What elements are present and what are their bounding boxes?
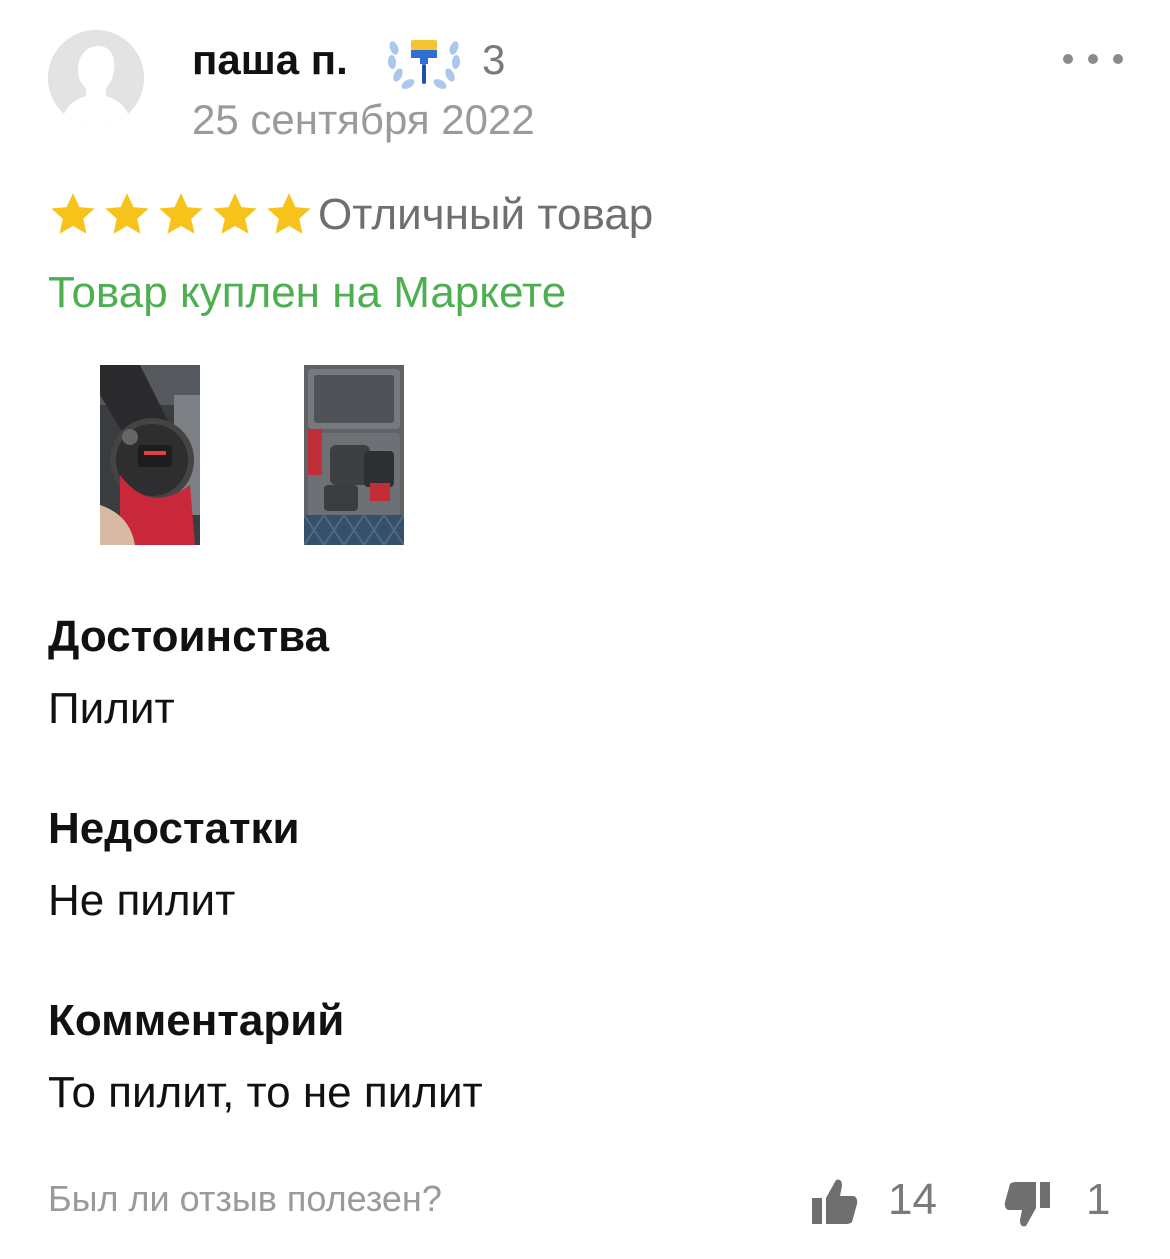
thumbs-down-icon[interactable] bbox=[1004, 1180, 1050, 1230]
star-icon bbox=[213, 193, 257, 234]
thumbs-up-icon[interactable] bbox=[812, 1176, 858, 1226]
review-photo-1[interactable] bbox=[100, 365, 200, 545]
rating-label: Отличный товар bbox=[318, 190, 654, 239]
dislikes-count: 1 bbox=[1086, 1175, 1111, 1224]
avatar[interactable] bbox=[48, 30, 144, 126]
likes-count: 14 bbox=[888, 1175, 937, 1224]
user-silhouette-icon bbox=[48, 30, 144, 126]
pros-text: Пилит bbox=[48, 684, 175, 733]
comment-title: Комментарий bbox=[48, 996, 345, 1045]
cons-title: Недостатки bbox=[48, 804, 300, 853]
more-options-icon[interactable] bbox=[1058, 46, 1128, 72]
paint-brush-laurel-icon bbox=[384, 32, 464, 90]
helpful-question: Был ли отзыв полезен? bbox=[48, 1178, 442, 1219]
star-icon bbox=[267, 193, 311, 234]
author-level: 3 bbox=[482, 36, 506, 83]
star-icon bbox=[159, 193, 203, 234]
rating-stars bbox=[48, 190, 314, 240]
pros-title: Достоинства bbox=[48, 612, 330, 661]
author-name[interactable]: паша п. bbox=[192, 34, 348, 86]
review-date: 25 сентября 2022 bbox=[192, 96, 535, 143]
review-photo-2[interactable] bbox=[304, 365, 404, 545]
verified-purchase-label: Товар куплен на Маркете bbox=[48, 268, 567, 317]
cons-text: Не пилит bbox=[48, 876, 236, 925]
comment-text: То пилит, то не пилит bbox=[48, 1068, 483, 1117]
star-icon bbox=[105, 193, 149, 234]
star-icon bbox=[51, 193, 95, 234]
